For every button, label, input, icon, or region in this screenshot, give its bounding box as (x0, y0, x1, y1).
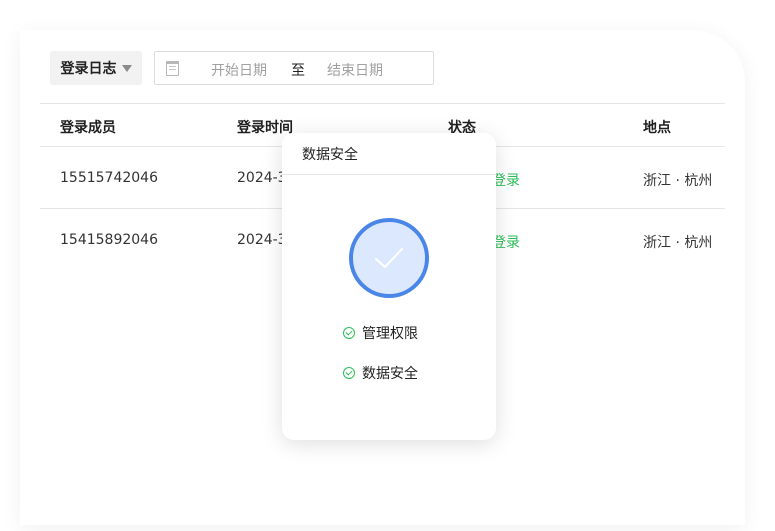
date-range-picker[interactable]: 开始日期 至 结束日期 (154, 51, 434, 85)
cell-status: 登录 (492, 235, 520, 251)
checkmark-badge-icon (349, 218, 429, 298)
check-circle-icon (343, 367, 355, 379)
cell-location: 浙江 · 杭州 (643, 235, 713, 251)
cell-member: 15515742046 (60, 170, 158, 186)
popover-title: 数据安全 (282, 133, 496, 175)
column-header-location: 地点 (643, 120, 671, 136)
caret-down-icon (121, 65, 132, 72)
cell-location: 浙江 · 杭州 (643, 173, 713, 189)
permission-item-data-security: 数据安全 (343, 363, 418, 383)
permission-item-management: 管理权限 (343, 323, 418, 343)
check-circle-icon (343, 327, 355, 339)
log-type-label: 登录日志 (60, 61, 117, 77)
column-header-member: 登录成员 (60, 120, 116, 136)
calendar-icon (166, 61, 179, 76)
permission-label: 数据安全 (362, 366, 418, 382)
checkmark-icon (375, 248, 403, 268)
cell-status: 登录 (492, 173, 520, 189)
cell-member: 15415892046 (60, 232, 158, 248)
start-date-input[interactable]: 开始日期 (211, 60, 267, 80)
log-type-select[interactable]: 登录日志 (50, 51, 142, 85)
date-range-separator: 至 (291, 63, 305, 79)
permission-label: 管理权限 (362, 326, 418, 342)
end-date-input[interactable]: 结束日期 (327, 60, 383, 80)
data-security-popover: 数据安全 管理权限 数据安全 (282, 133, 496, 440)
